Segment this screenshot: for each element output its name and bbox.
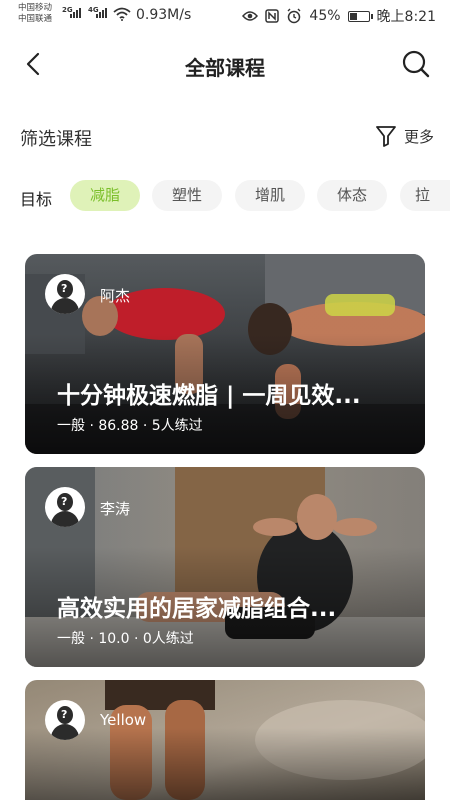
course-title: 十分钟极速燃脂 | 一周见效... [57,383,361,409]
carrier-info: 中国移动 中国联通 [18,3,52,25]
search-icon[interactable] [400,48,432,80]
more-filter-button[interactable]: 更多 [374,124,434,148]
course-card[interactable]: ? 阿杰 十分钟极速燃脂 | 一周见效... 一般 · 86.88 · 5人练过 [25,254,425,454]
course-meta: 一般 · 86.88 · 5人练过 [57,418,203,434]
nfc-icon [265,9,280,23]
tag-chip-2[interactable]: 增肌 [235,180,305,211]
filter-section: 筛选课程 更多 [20,122,434,152]
author-avatar: ? [45,700,85,740]
carrier-1: 中国移动 [18,3,53,13]
course-title: 高效实用的居家减脂组合... [57,596,337,622]
author-avatar: ? [45,487,85,527]
battery-icon [347,10,373,22]
course-card[interactable]: ? Yellow [25,680,425,800]
wifi-icon [113,7,131,21]
tag-chip-0[interactable]: 减脂 [70,180,140,211]
cover-shade [25,680,425,800]
course-card[interactable]: ? 李涛 高效实用的居家减脂组合... 一般 · 10.0 · 0人练过 [25,467,425,667]
page-title: 全部课程 [185,56,265,80]
goal-tag-row: 目标 减脂 塑性 增肌 体态 拉 [20,180,450,212]
clock: 晚上8:21 [376,9,436,25]
status-bar: 中国移动 中国联通 2G 4G 0.93M/s 45% 晚上8:21 [0,0,450,32]
carrier-2: 中国联通 [18,14,53,24]
signal-icon-2 [96,8,107,18]
tag-chip-3[interactable]: 体态 [317,180,387,211]
battery-percent: 45% [309,8,341,24]
filter-funnel-icon [376,126,396,147]
header: 全部课程 [0,40,450,90]
tag-chip-4[interactable]: 拉 [400,180,450,211]
filter-title: 筛选课程 [20,129,92,150]
author-avatar: ? [45,274,85,314]
author-name: Yellow [100,711,147,729]
signal-icon [70,8,81,18]
tag-chip-1[interactable]: 塑性 [152,180,222,211]
author-name: 阿杰 [100,287,131,305]
alarm-icon [287,8,301,24]
goal-label: 目标 [20,190,53,209]
author-name: 李涛 [100,500,131,518]
more-label: 更多 [403,127,434,146]
course-meta: 一般 · 10.0 · 0人练过 [57,631,194,647]
battery-level [349,12,357,20]
network-speed: 0.93M/s [136,7,192,23]
eye-icon [242,11,259,21]
